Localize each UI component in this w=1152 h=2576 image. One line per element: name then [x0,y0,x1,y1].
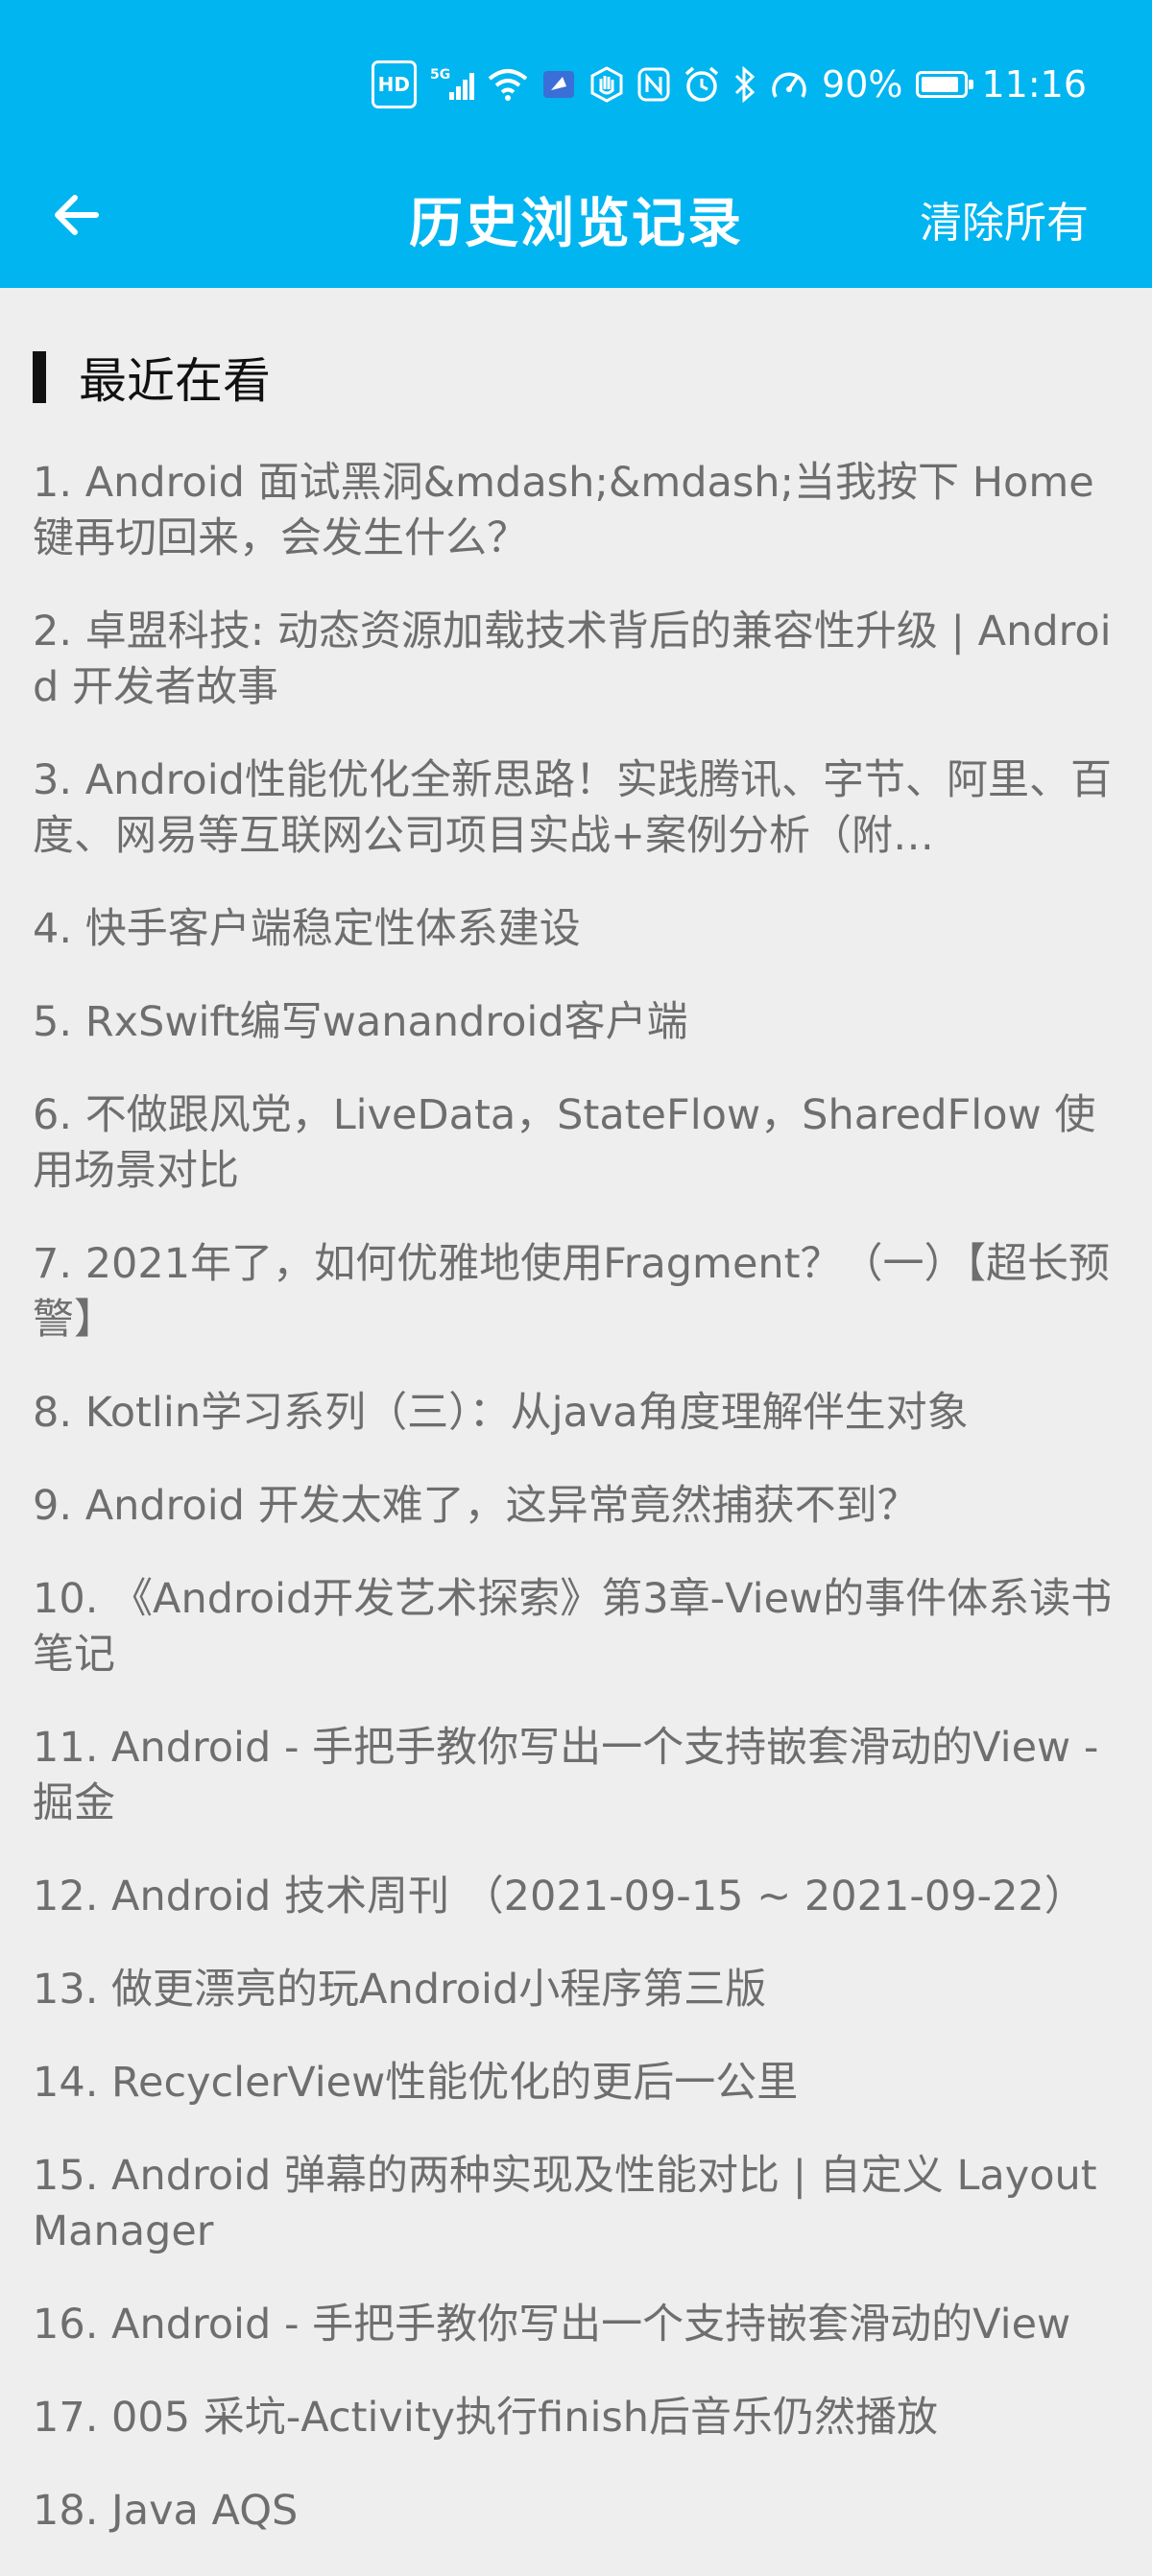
section-header: 最近在看 [33,344,1119,411]
app-bar: 历史浏览记录 清除所有 [0,154,1152,274]
history-item[interactable]: 5. RxSwift编写wanandroid客户端 [33,994,1119,1050]
history-item[interactable]: 9. Android 开发太难了，这异常竟然捕获不到？ [33,1478,1119,1534]
wifi-icon [488,65,528,104]
history-item[interactable]: 6. 不做跟风党，LiveData，StateFlow，SharedFlow 使… [33,1087,1119,1199]
history-item[interactable]: 15. Android 弹幕的两种实现及性能对比 | 自定义 LayoutMan… [33,2148,1119,2259]
history-item[interactable]: 7. 2021年了，如何优雅地使用Fragment？（一）【超长预警】 [33,1236,1119,1348]
history-item[interactable]: 3. Android性能优化全新思路！实践腾讯、字节、阿里、百度、网易等互联网公… [33,752,1119,864]
hd-icon: HD [371,60,418,108]
clear-all-button[interactable]: 清除所有 [920,188,1089,250]
battery-charging-icon [916,65,974,104]
history-item[interactable]: 14. RecyclerView性能优化的更后一公里 [33,2055,1119,2111]
svg-text:5G: 5G [430,67,450,83]
battery-level [922,77,959,92]
section-title: 最近在看 [79,353,271,409]
history-item[interactable]: 16. Android - 手把手教你写出一个支持嵌套滑动的View [33,2297,1119,2352]
speed-icon [770,65,808,104]
clock: 11:16 [981,63,1087,106]
history-item[interactable]: 10. 《Android开发艺术探索》第3章-View的事件体系读书笔记 [33,1571,1119,1682]
alarm-icon [684,65,720,104]
app-notification-icon [541,65,576,104]
history-item[interactable]: 8. Kotlin学习系列（三）：从java角度理解伴生对象 [33,1385,1119,1441]
history-list: 1. Android 面试黑洞&mdash;&mdash;当我按下 Home 键… [33,455,1119,2539]
bluetooth-icon [733,65,756,104]
battery-percent: 90% [822,63,903,106]
signal-5g-icon: 5G [430,65,475,104]
main-content: 最近在看 1. Android 面试黑洞&mdash;&mdash;当我按下 H… [0,288,1152,2576]
history-item[interactable]: 4. 快手客户端稳定性体系建设 [33,901,1119,957]
history-item[interactable]: 17. 005 采坑-Activity执行finish后音乐仍然播放 [33,2390,1119,2445]
history-item[interactable]: 13. 做更漂亮的玩Android小程序第三版 [33,1962,1119,2017]
hand-icon [589,65,624,104]
status-bar: HD 5G 90% 11:16 [371,56,1087,113]
top-app-bar: HD 5G 90% 11:16 历史浏览记录 清除所有 [0,0,1152,288]
history-item[interactable]: 11. Android - 手把手教你写出一个支持嵌套滑动的View - 掘金 [33,1720,1119,1831]
history-item[interactable]: 2. 卓盟科技: 动态资源加载技术背后的兼容性升级 | Android 开发者故… [33,604,1119,715]
history-item[interactable]: 12. Android 技术周刊 （2021-09-15 ~ 2021-09-2… [33,1869,1119,1924]
history-item[interactable]: 1. Android 面试黑洞&mdash;&mdash;当我按下 Home 键… [33,455,1119,566]
nfc-icon [637,65,670,104]
history-item[interactable]: 18. Java AQS [33,2483,1119,2539]
section-marker [33,351,46,403]
